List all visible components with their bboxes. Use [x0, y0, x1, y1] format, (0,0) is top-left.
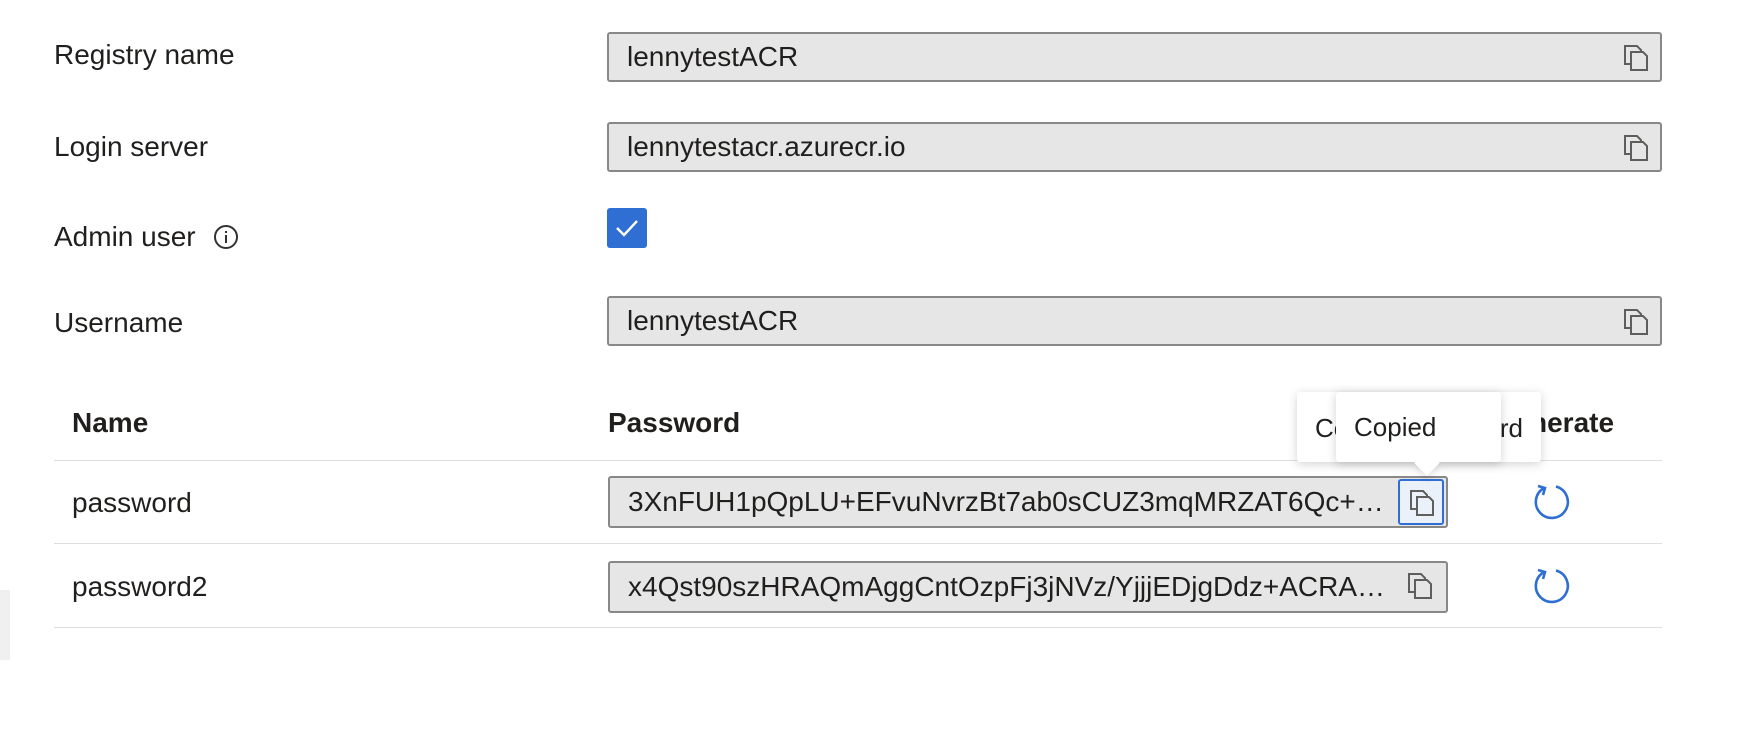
info-icon[interactable]	[213, 224, 238, 249]
checkmark-icon	[616, 220, 638, 237]
registry-name-copy-button[interactable]	[1612, 34, 1658, 80]
password2-copy-button[interactable]	[1398, 564, 1444, 610]
login-server-value: lennytestacr.azurecr.io	[627, 131, 906, 162]
copied-tooltip-text: Copied	[1354, 412, 1437, 442]
regenerate-icon[interactable]	[1532, 566, 1572, 606]
password2-field: x4Qst90szHRAQmAggCntOzpFj3jNVz/YjjjEDjgD…	[608, 561, 1448, 613]
copy-icon	[1624, 45, 1648, 71]
registry-name-field: lennytestACR	[607, 32, 1662, 82]
username-copy-button[interactable]	[1612, 298, 1658, 344]
registry-name-label: Registry name	[54, 39, 235, 70]
login-server-copy-button[interactable]	[1612, 124, 1658, 170]
column-header-name: Name	[72, 407, 149, 438]
row-divider	[54, 543, 1662, 544]
regenerate-icon[interactable]	[1532, 482, 1572, 522]
username-field: lennytestACR	[607, 296, 1662, 346]
password-copy-button[interactable]	[1398, 479, 1444, 525]
login-server-label: Login server	[54, 131, 209, 162]
column-header-password: Password	[608, 407, 741, 438]
column-header-regenerate: nerate	[1530, 407, 1615, 438]
left-edge-panel	[0, 590, 10, 660]
registry-name-value: lennytestACR	[627, 41, 799, 72]
login-server-field: lennytestacr.azurecr.io	[607, 122, 1662, 172]
copy-icon	[1624, 135, 1648, 161]
row-divider	[54, 627, 1662, 628]
username-value: lennytestACR	[627, 305, 799, 336]
password-value: 3XnFUH1pQpLU+EFvuNvrzBt7ab0sCUZ3mqMRZAT6…	[628, 486, 1388, 517]
password-row-name: password	[72, 487, 192, 518]
tooltip-beak	[1414, 450, 1440, 476]
copy-icon	[1408, 573, 1432, 599]
copy-tooltip-right-text: rd	[1499, 413, 1523, 443]
password2-row-name: password2	[72, 571, 208, 602]
access-keys-panel: Registry name lennytestACR Login server …	[0, 0, 1740, 754]
admin-user-label-text: Admin user	[54, 221, 196, 252]
username-label: Username	[54, 307, 184, 338]
copy-icon	[1624, 309, 1648, 335]
copy-icon	[1410, 490, 1434, 516]
copied-tooltip: Copied	[1336, 392, 1501, 476]
password-field: 3XnFUH1pQpLU+EFvuNvrzBt7ab0sCUZ3mqMRZAT6…	[608, 476, 1448, 528]
admin-user-checkbox[interactable]	[607, 208, 647, 248]
admin-user-label: Admin user	[54, 220, 238, 254]
password2-value: x4Qst90szHRAQmAggCntOzpFj3jNVz/YjjjEDjgD…	[628, 571, 1388, 602]
